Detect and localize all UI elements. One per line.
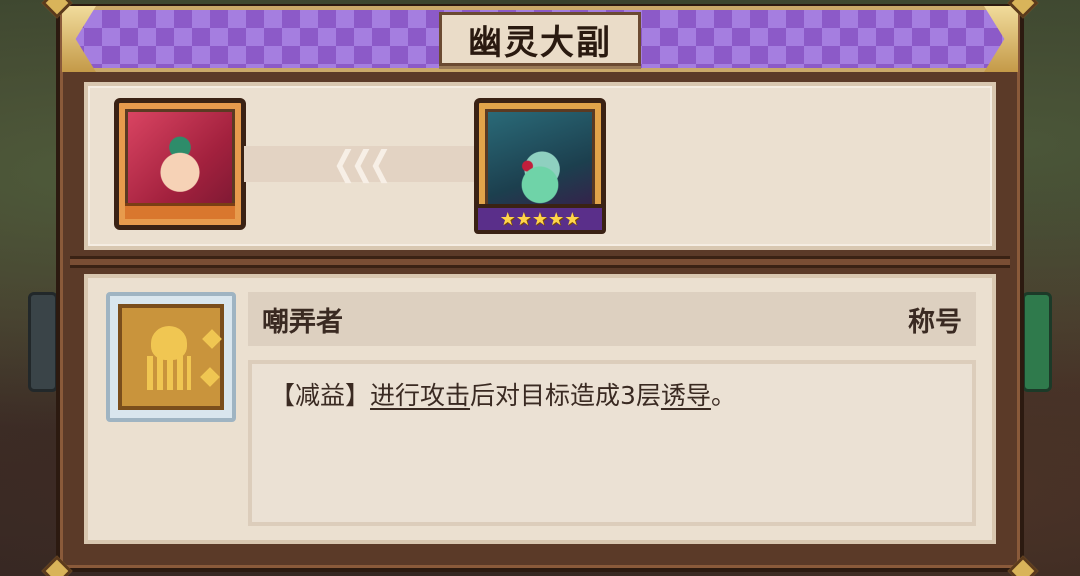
skill-name-row: 嘲弄者 称号 xyxy=(248,292,976,346)
debuff-tag: 【减益】 xyxy=(270,381,371,410)
side-tab-left xyxy=(28,292,58,392)
panel-divider xyxy=(70,256,1010,268)
sparkle-icon xyxy=(200,367,220,387)
taunt-skill-icon xyxy=(118,304,224,410)
dialog-title: 幽灵大副 xyxy=(468,22,612,63)
card-rarity-bar xyxy=(125,203,235,219)
star-rating: ★★★★★ xyxy=(474,204,606,234)
chevron-left-arrows-icon: ❮❮❮ xyxy=(333,144,392,184)
skill-name: 嘲弄者 xyxy=(262,306,343,338)
ghost-glyph-icon xyxy=(141,322,222,392)
keyword-attack[interactable]: 进行攻击 xyxy=(370,381,470,410)
skill-description-box: 【减益】进行攻击后对目标造成3层诱导。 xyxy=(248,360,976,526)
keyword-lure[interactable]: 诱导 xyxy=(661,381,711,410)
title-plate: 幽灵大副 xyxy=(439,12,641,66)
transfer-arrow-track: ❮❮❮ xyxy=(244,144,476,184)
source-character-card[interactable] xyxy=(114,98,246,230)
sparkle-icon xyxy=(202,329,222,349)
side-tab-right xyxy=(1022,292,1052,392)
dialog-header: 幽灵大副 xyxy=(62,6,1018,72)
skill-icon-frame[interactable] xyxy=(106,292,236,422)
skill-description: 【减益】进行攻击后对目标造成3层诱导。 xyxy=(270,376,954,416)
description-middle: 后对目标造成3层 xyxy=(470,381,661,410)
ghost-mate-portrait xyxy=(485,109,595,219)
skill-type-label: 称号 xyxy=(908,306,962,338)
star-icons: ★★★★★ xyxy=(499,208,581,230)
description-end: 。 xyxy=(710,381,736,410)
